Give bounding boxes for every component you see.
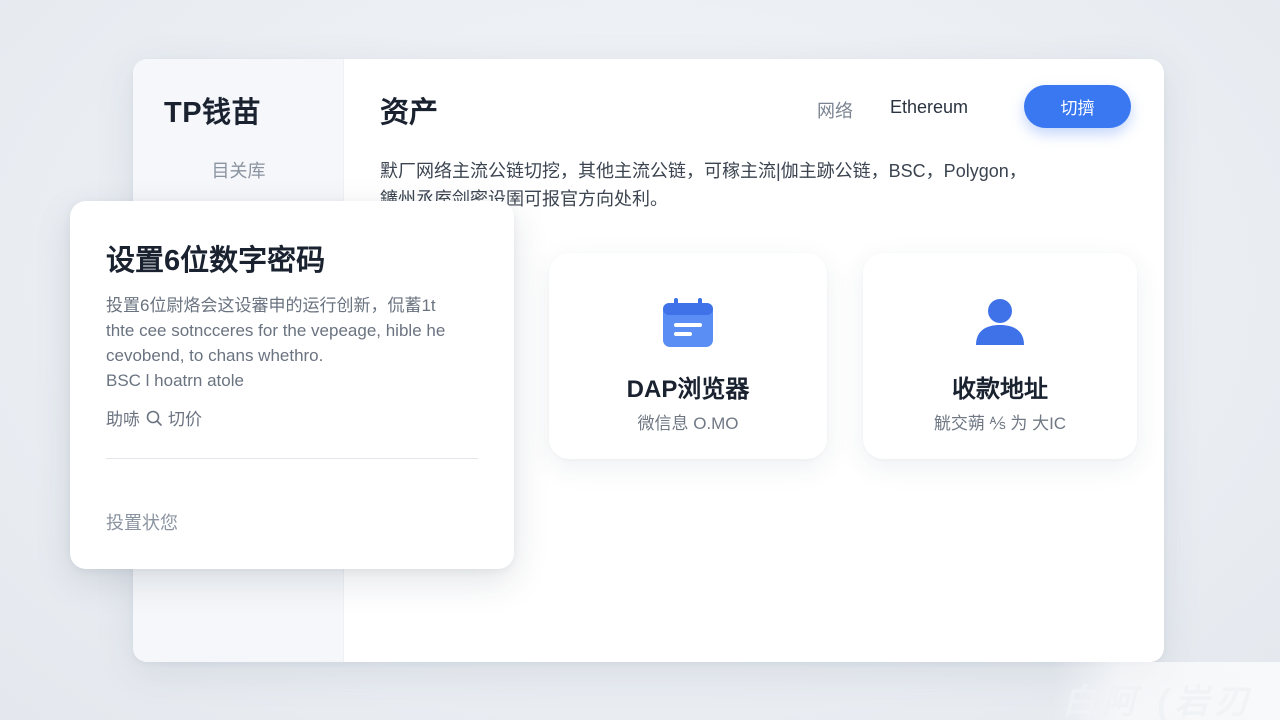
card-title: 收款地址	[952, 376, 1048, 403]
help-link[interactable]: 助哧 切价	[106, 405, 202, 430]
calendar-icon	[663, 298, 713, 347]
help-prefix: 助哧	[106, 410, 140, 429]
dialog-body-line: 投置6位尉烙会这设審申的运行创新，侃蓄1t	[106, 296, 436, 315]
help-suffix: 切价	[168, 410, 202, 429]
receive-address-card[interactable]: 收款地址 觥交蒴 ⅍ 为 大IC	[863, 253, 1137, 459]
set-pin-dialog: 设置6位数字密码 投置6位尉烙会这设審申的运行创新，侃蓄1t thte cee …	[70, 201, 514, 569]
network-label: 网络	[817, 101, 853, 121]
card-title: DAP浏览器	[626, 376, 750, 403]
card-subtitle: 微信息 O.MO	[637, 414, 739, 433]
page-title: 资产	[380, 97, 439, 129]
dapp-browser-card[interactable]: DAP浏览器 微信息 O.MO	[549, 253, 827, 459]
divider	[106, 458, 478, 459]
dialog-body-line: cevobend, to chans whethro.	[106, 346, 324, 365]
brand-logo: TP钱苗	[164, 97, 262, 129]
search-icon	[146, 410, 162, 426]
user-icon	[976, 299, 1024, 345]
dialog-body: 投置6位尉烙会这设審申的运行创新，侃蓄1t thte cee sotnccere…	[106, 293, 486, 393]
description-line: 默厂网络主流公链切挖，其他主流公链，可稼主流|伽主跡公链，BSC，Polygon…	[380, 161, 1027, 181]
dialog-footer-status[interactable]: 投置状您	[106, 509, 178, 535]
dialog-body-line: thte cee sotncceres for the vepeage, hib…	[106, 321, 446, 340]
dialog-body-line: BSC l hoatrn atole	[106, 371, 244, 390]
network-value[interactable]: Ethereum	[890, 97, 968, 118]
switch-network-button[interactable]: 切擠	[1024, 85, 1131, 128]
sidebar-item-library[interactable]: 目关库	[133, 157, 344, 183]
watermark: 白阿 (岩刃	[1052, 662, 1280, 720]
card-subtitle: 觥交蒴 ⅍ 为 大IC	[933, 414, 1067, 433]
dialog-title: 设置6位数字密码	[106, 245, 326, 277]
